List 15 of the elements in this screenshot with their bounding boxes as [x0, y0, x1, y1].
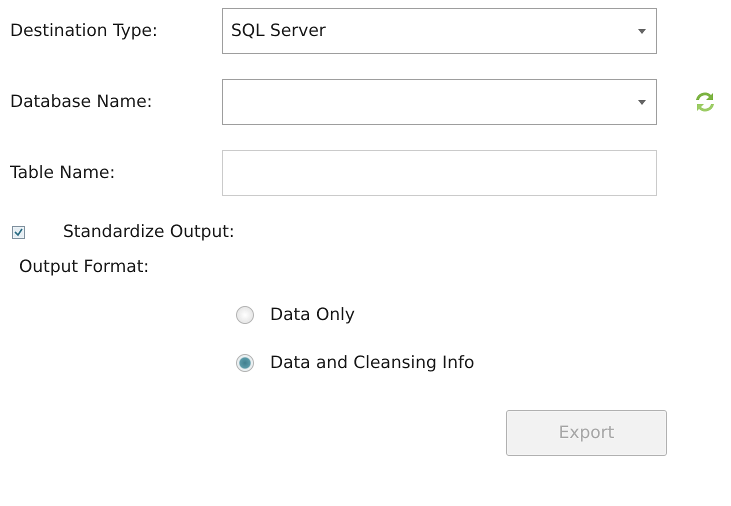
radio-button[interactable] [236, 354, 254, 372]
radio-button[interactable] [236, 306, 254, 324]
field-label: Table Name: [9, 163, 116, 183]
checkbox[interactable] [12, 226, 25, 238]
dropdown-field[interactable] [222, 79, 657, 125]
dropdown-field[interactable]: SQL Server [222, 8, 657, 54]
field-label: Destination Type: [9, 21, 159, 41]
radio-label: Data and Cleansing Info [270, 353, 474, 373]
checkbox-label: Standardize Output: [63, 222, 235, 242]
caret-icon [638, 28, 646, 34]
radio-label: Data Only [270, 305, 355, 325]
input-field[interactable] [222, 150, 657, 196]
caret-icon [638, 100, 646, 104]
section-label: Output Format: [19, 257, 150, 277]
field-label: Database Name: [9, 92, 154, 112]
